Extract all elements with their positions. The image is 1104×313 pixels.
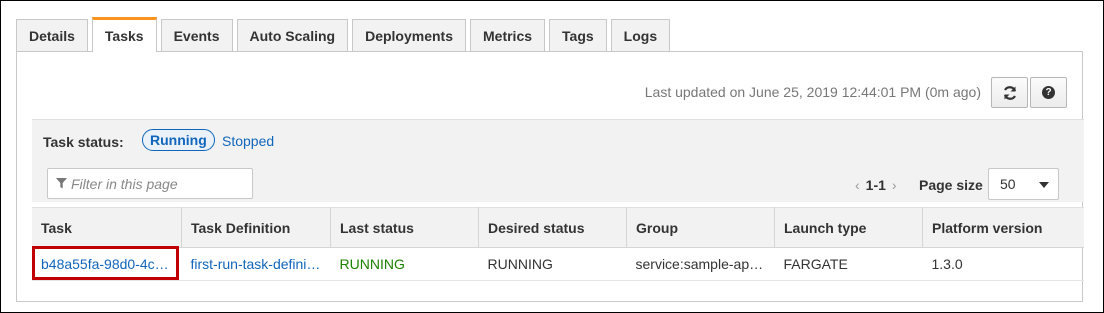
tab-tags[interactable]: Tags: [549, 19, 607, 52]
tab-bar: Details Tasks Events Auto Scaling Deploy…: [16, 17, 674, 52]
column-header-task-definition[interactable]: Task Definition: [181, 207, 331, 248]
help-button[interactable]: ?: [1030, 77, 1067, 108]
desired-status-cell: RUNNING: [478, 247, 627, 281]
task-definition-link[interactable]: first-run-task-defini…: [191, 256, 321, 272]
task-id-link[interactable]: b48a55fa-98d0-4c…: [41, 256, 169, 272]
launch-type-cell: FARGATE: [774, 247, 923, 281]
chevron-down-icon: [1039, 182, 1049, 188]
column-header-group[interactable]: Group: [626, 207, 775, 248]
table-header-row: Task Task Definition Last status Desired…: [32, 207, 1084, 248]
funnel-icon: [56, 178, 67, 189]
tasks-table: Task Task Definition Last status Desired…: [32, 207, 1084, 281]
column-header-launch-type[interactable]: Launch type: [774, 207, 923, 248]
platform-version-cell: 1.3.0: [922, 247, 1084, 281]
prev-page-button[interactable]: ‹: [855, 177, 860, 193]
refresh-button[interactable]: [991, 77, 1028, 108]
column-header-task[interactable]: Task: [32, 207, 182, 248]
filter-bar: Filter in this page ‹ 1-1 › Page size 50: [32, 157, 1084, 202]
pagination: ‹ 1-1 ›: [855, 177, 897, 193]
filter-input[interactable]: Filter in this page: [47, 168, 253, 199]
page-size-label: Page size: [919, 177, 983, 193]
filter-placeholder: Filter in this page: [71, 175, 178, 192]
task-status-bar: Task status: Running Stopped: [32, 119, 1084, 158]
tasks-panel: Last updated on June 25, 2019 12:44:01 P…: [16, 51, 1084, 302]
group-cell: service:sample-ap…: [626, 247, 775, 281]
page-size-value: 50: [1000, 176, 1016, 192]
column-header-last-status[interactable]: Last status: [330, 207, 479, 248]
task-definition-cell: first-run-task-defini…: [181, 247, 331, 281]
column-header-platform-version[interactable]: Platform version: [922, 207, 1084, 248]
tab-auto-scaling[interactable]: Auto Scaling: [236, 19, 349, 52]
help-icon: ?: [1042, 86, 1055, 99]
page-size-select[interactable]: 50: [988, 168, 1059, 200]
tab-deployments[interactable]: Deployments: [352, 19, 466, 52]
refresh-icon: [1003, 85, 1016, 100]
tab-tasks[interactable]: Tasks: [91, 17, 157, 52]
page-range: 1-1: [865, 177, 886, 193]
tab-details[interactable]: Details: [16, 19, 88, 52]
status-stopped-link[interactable]: Stopped: [222, 133, 274, 149]
tab-events[interactable]: Events: [160, 19, 233, 52]
table-row: b48a55fa-98d0-4c… first-run-task-defini……: [32, 246, 1084, 281]
window-frame: Details Tasks Events Auto Scaling Deploy…: [0, 0, 1104, 313]
tab-metrics[interactable]: Metrics: [470, 19, 546, 52]
column-header-desired-status[interactable]: Desired status: [478, 207, 627, 248]
tab-logs[interactable]: Logs: [610, 19, 671, 52]
next-page-button[interactable]: ›: [892, 177, 897, 193]
task-cell: b48a55fa-98d0-4c…: [32, 246, 182, 281]
last-status-cell: RUNNING: [330, 247, 479, 281]
task-status-label: Task status:: [43, 134, 124, 150]
status-running-toggle[interactable]: Running: [142, 129, 215, 151]
last-updated-text: Last updated on June 25, 2019 12:44:01 P…: [644, 84, 981, 100]
